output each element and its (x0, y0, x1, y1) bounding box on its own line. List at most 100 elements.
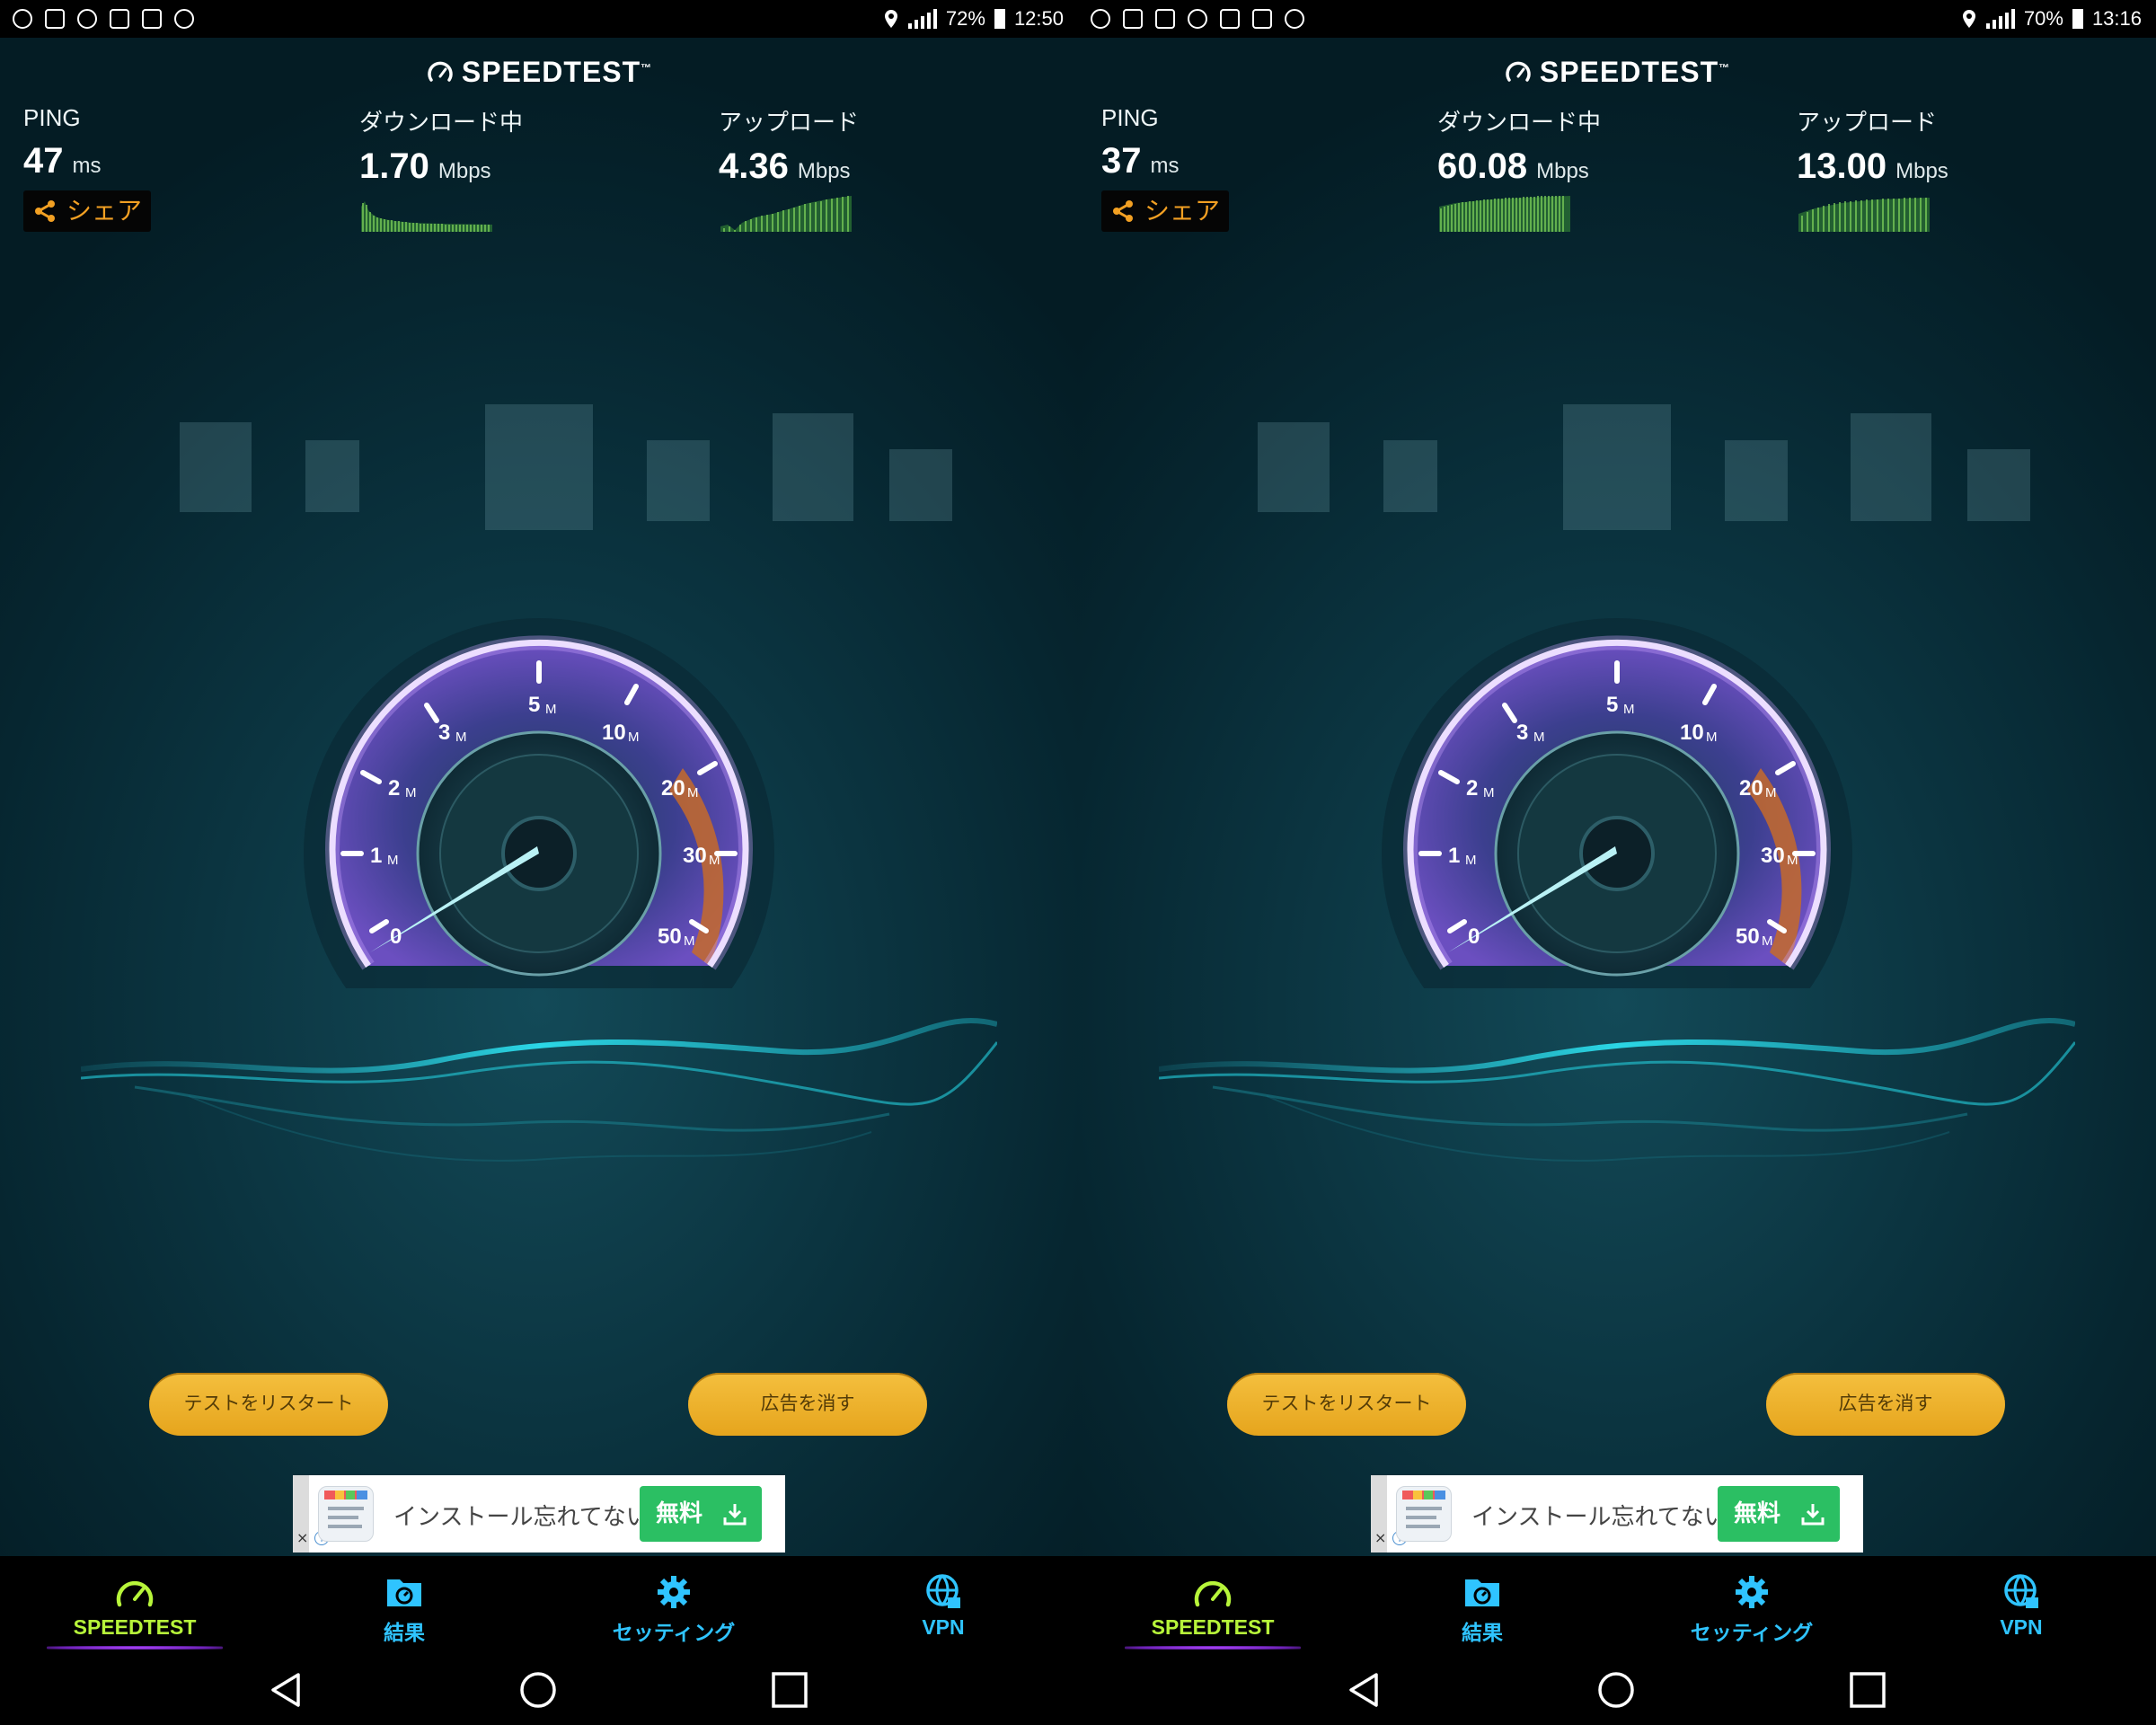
tick-unit: M (1465, 853, 1477, 868)
tab-bar: SPEEDTEST 結果 セッティング VPN (1078, 1556, 2156, 1655)
system-navigation (1078, 1653, 2156, 1725)
tab-settings[interactable]: セッティング (1617, 1556, 1886, 1655)
gear-icon (1736, 1576, 1768, 1608)
tick-unit: M (687, 785, 699, 801)
tick-unit: M (1787, 853, 1798, 868)
upload-label: アップロード (719, 109, 860, 136)
tab-speedtest[interactable]: SPEEDTEST (1078, 1556, 1348, 1655)
home-icon[interactable] (1595, 1669, 1637, 1711)
battery-percent: 72% (945, 7, 985, 30)
tick-20: 20 (1739, 776, 1763, 801)
tab-results-label: 結果 (1462, 1621, 1503, 1644)
ad-close-icon[interactable]: × (296, 1529, 311, 1547)
android-icon (1188, 9, 1207, 29)
tick-1: 1 (1448, 844, 1460, 868)
back-icon[interactable] (266, 1669, 307, 1711)
download-value: 60.08 (1437, 146, 1528, 186)
notification-icons (1091, 5, 1304, 32)
tab-results-label: 結果 (384, 1621, 425, 1644)
battery-icon (2072, 9, 2083, 29)
tick-unit: M (405, 785, 417, 801)
restart-test-button[interactable]: テストをリスタート (149, 1373, 388, 1436)
gear-icon (658, 1576, 690, 1608)
tick-5: 5 (528, 693, 540, 717)
data-wave-graphic (1159, 1018, 2075, 1162)
tick-10: 10 (602, 721, 626, 745)
clock: 13:16 (2091, 7, 2142, 30)
speed-gauge: 0 1 2 3 5 10 20 30 50 M M M M M M M M (1382, 618, 1852, 988)
tab-results[interactable]: 結果 (270, 1556, 539, 1655)
ad-app-icon (318, 1486, 374, 1542)
app-icon (1220, 9, 1240, 29)
back-icon[interactable] (1344, 1669, 1385, 1711)
download-value: 1.70 (359, 146, 429, 186)
active-tab-indicator (47, 1646, 223, 1650)
tab-vpn[interactable]: VPN (1886, 1556, 2156, 1655)
tick-unit: M (1533, 730, 1545, 745)
logo-text: SPEEDTEST (461, 56, 641, 88)
tick-unit: M (1765, 785, 1777, 801)
ad-banner[interactable]: × i インストール忘れてない? 無料 (1371, 1475, 1863, 1552)
location-icon (884, 10, 897, 28)
tab-results[interactable]: 結果 (1348, 1556, 1617, 1655)
tick-3: 3 (1516, 721, 1528, 745)
remove-ads-button[interactable]: 広告を消す (688, 1373, 927, 1436)
upload-label: アップロード (1797, 109, 1938, 136)
ad-install-button[interactable]: 無料 (640, 1486, 762, 1542)
ad-close-icon[interactable]: × (1374, 1529, 1389, 1547)
tick-unit: M (545, 702, 557, 717)
status-bar: 70% 13:16 (1078, 0, 2156, 38)
results-folder-icon (387, 1579, 421, 1606)
upload-sparkline (720, 196, 852, 232)
speedtest-logo: SPEEDTEST™ (0, 56, 1078, 89)
ping-label: PING (1101, 104, 1159, 131)
recent-apps-icon[interactable] (1847, 1669, 1888, 1711)
tick-unit: M (1483, 785, 1495, 801)
tick-3: 3 (438, 721, 450, 745)
ad-text: インストール忘れてない? (1471, 1504, 1740, 1531)
remove-ads-button[interactable]: 広告を消す (1766, 1373, 2005, 1436)
download-metric: ダウンロード中 1.70 Mbps (359, 104, 523, 187)
logo-text: SPEEDTEST (1539, 56, 1719, 88)
recent-apps-icon[interactable] (769, 1669, 810, 1711)
tick-2: 2 (1466, 776, 1478, 801)
signal-icon (907, 9, 937, 29)
tab-settings-label: セッティング (612, 1621, 736, 1644)
tick-50: 50 (658, 924, 682, 949)
restart-test-button[interactable]: テストをリスタート (1227, 1373, 1466, 1436)
comparison-root: 72% 12:50 SPEEDTEST™ PING 47 ms ダウンロード中 1… (0, 0, 2156, 1725)
upload-value: 4.36 (719, 146, 789, 186)
background-skyline (180, 404, 952, 530)
download-label: ダウンロード中 (1437, 109, 1602, 136)
speedometer-logo-icon (428, 61, 453, 82)
upload-metric: アップロード 13.00 Mbps (1797, 104, 1948, 187)
ad-install-button[interactable]: 無料 (1718, 1486, 1840, 1542)
tick-1: 1 (370, 844, 382, 868)
tick-unit: M (1623, 702, 1635, 717)
tab-settings[interactable]: セッティング (539, 1556, 808, 1655)
tab-vpn[interactable]: VPN (808, 1556, 1078, 1655)
speedometer-icon (1194, 1580, 1232, 1607)
tick-0: 0 (390, 924, 402, 949)
status-right: 70% 13:16 (1961, 4, 2142, 34)
bottom-navigation: SPEEDTEST 結果 セッティング VPN (0, 1556, 1078, 1725)
home-icon[interactable] (517, 1669, 559, 1711)
tab-vpn-label: VPN (922, 1615, 965, 1639)
globe-lock-icon (2004, 1574, 2038, 1608)
tab-speedtest[interactable]: SPEEDTEST (0, 1556, 270, 1655)
app-icon (142, 9, 162, 29)
share-button[interactable]: シェア (1101, 190, 1229, 232)
results-folder-icon (1465, 1579, 1499, 1606)
ad-banner[interactable]: × i インストール忘れてない? 無料 (293, 1475, 785, 1552)
ping-label: PING (23, 104, 81, 131)
share-label: シェア (1144, 196, 1221, 226)
tick-unit: M (709, 853, 720, 868)
share-button[interactable]: シェア (23, 190, 151, 232)
signal-icon (1985, 9, 2015, 29)
upload-metric: アップロード 4.36 Mbps (719, 104, 859, 187)
tick-0: 0 (1468, 924, 1480, 949)
tick-30: 30 (1761, 844, 1785, 868)
share-label: シェア (66, 196, 143, 226)
tick-unit: M (684, 933, 695, 949)
tab-speedtest-label: SPEEDTEST (1151, 1615, 1275, 1639)
